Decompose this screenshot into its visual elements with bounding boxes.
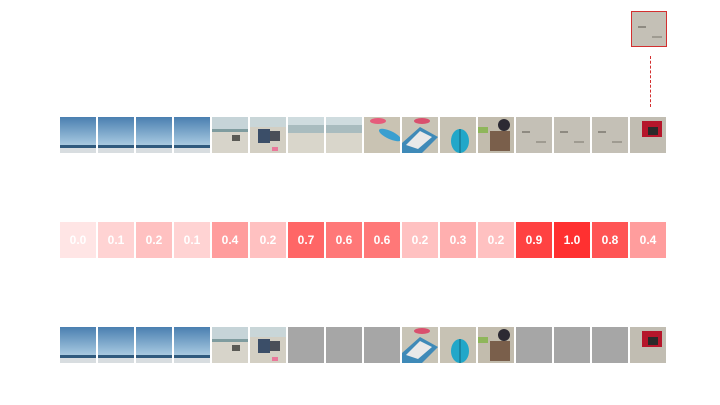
frame-score-cell: 0.2 — [478, 222, 514, 258]
kept-frame-thumbnail — [174, 327, 210, 363]
kept-frame-thumbnail — [478, 327, 514, 363]
frame-score-cell: 0.4 — [630, 222, 666, 258]
masked-frame-placeholder — [592, 327, 628, 363]
masked-frame-placeholder — [326, 327, 362, 363]
kept-frame-thumbnail — [250, 327, 286, 363]
masked-frame-placeholder — [364, 327, 400, 363]
zoom-connector-line — [650, 56, 651, 107]
frame-thumbnail — [592, 117, 628, 153]
frame-score-cell: 0.2 — [136, 222, 172, 258]
frame-scores-row: 0.0 0.1 0.2 0.1 0.4 0.2 0.7 0.6 0.6 0.2 0.3 0.2 0.9 1… — [60, 222, 668, 258]
frame-score-cell: 0.1 — [174, 222, 210, 258]
kept-frame-thumbnail — [440, 327, 476, 363]
frame-score-cell: 0.9 — [516, 222, 552, 258]
masked-frame-placeholder — [516, 327, 552, 363]
frame-thumbnail — [98, 117, 134, 153]
frame-score-cell: 0.4 — [212, 222, 248, 258]
frame-score-cell: 0.6 — [364, 222, 400, 258]
frame-score-cell: 1.0 — [554, 222, 590, 258]
kept-frame-thumbnail — [136, 327, 172, 363]
frame-score-cell: 0.3 — [440, 222, 476, 258]
frame-thumbnail — [402, 117, 438, 153]
frame-thumbnail — [288, 117, 324, 153]
kept-frame-thumbnail — [402, 327, 438, 363]
frame-score-cell: 0.2 — [402, 222, 438, 258]
frame-score-cell: 0.1 — [98, 222, 134, 258]
frame-score-cell: 0.2 — [250, 222, 286, 258]
masked-frame-placeholder — [288, 327, 324, 363]
frame-thumbnail — [60, 117, 96, 153]
frame-thumbnail — [554, 117, 590, 153]
frame-score-cell: 0.8 — [592, 222, 628, 258]
frame-thumbnail — [250, 117, 286, 153]
frame-score-cell: 0.0 — [60, 222, 96, 258]
frame-thumbnail — [326, 117, 362, 153]
original-frames-row — [60, 117, 668, 153]
frame-score-cell: 0.6 — [326, 222, 362, 258]
frame-thumbnail — [516, 117, 552, 153]
zoomed-frame-thumbnail — [631, 11, 667, 47]
masked-frame-placeholder — [554, 327, 590, 363]
frame-thumbnail — [440, 117, 476, 153]
kept-frame-thumbnail — [60, 327, 96, 363]
frame-score-cell: 0.7 — [288, 222, 324, 258]
frame-thumbnail — [478, 117, 514, 153]
kept-frame-thumbnail — [212, 327, 248, 363]
frame-thumbnail — [364, 117, 400, 153]
kept-frame-thumbnail — [630, 327, 666, 363]
frame-thumbnail — [174, 117, 210, 153]
frame-thumbnail — [136, 117, 172, 153]
kept-frame-thumbnail — [98, 327, 134, 363]
frame-thumbnail — [630, 117, 666, 153]
filtered-frames-row — [60, 327, 668, 363]
frame-thumbnail — [212, 117, 248, 153]
